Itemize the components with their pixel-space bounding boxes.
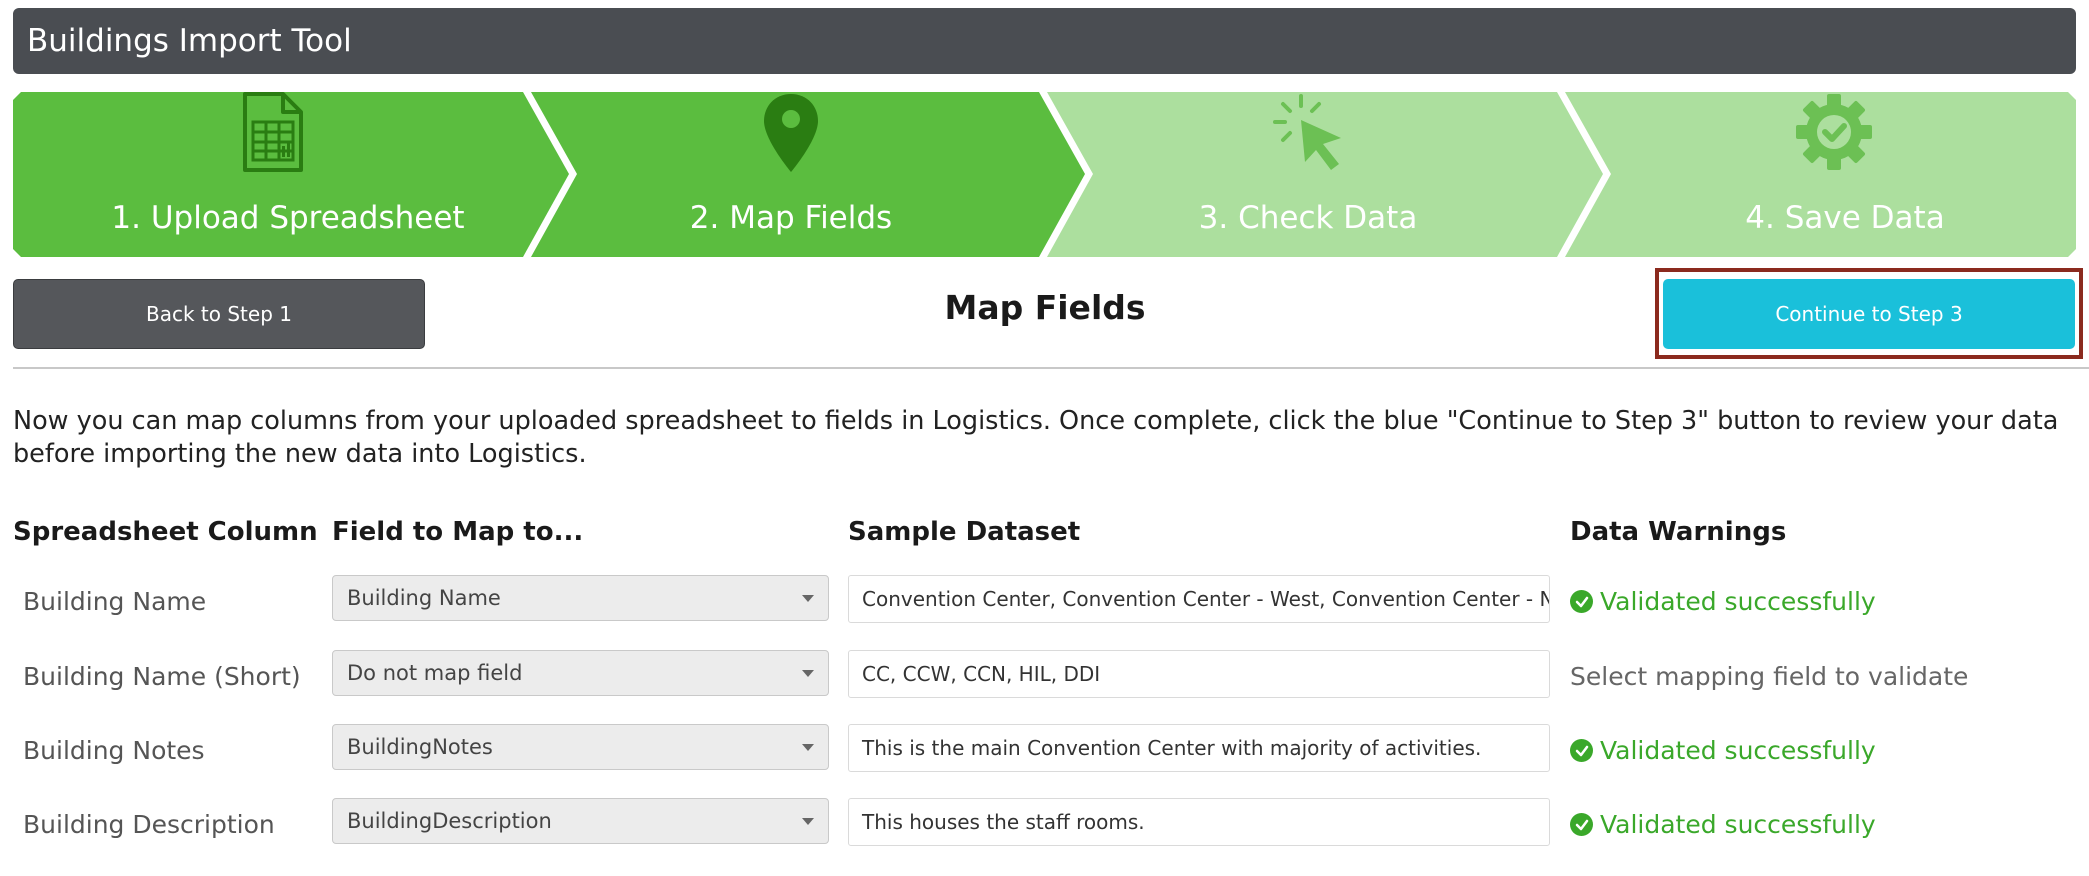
back-to-step-1-button[interactable]: Back to Step 1 [13,279,425,349]
row-4-field-value: BuildingDescription [347,809,552,833]
row-3-field-value: BuildingNotes [347,735,493,759]
row-4-warning-text: Validated successfully [1600,810,1876,839]
step-1-label: 1. Upload Spreadsheet [111,200,465,236]
divider [13,367,2089,369]
row-4-sample-field[interactable]: This houses the staff rooms. [848,798,1550,846]
row-3-field-select[interactable]: BuildingNotes [332,724,829,770]
row-3-warning-text: Validated successfully [1600,736,1876,765]
row-4-column-name: Building Description [23,810,275,839]
row-2-field-value: Do not map field [347,661,523,685]
row-3-column-name: Building Notes [23,736,205,765]
step-3-label: 3. Check Data [1198,200,1418,236]
header-data-warnings: Data Warnings [1570,517,1787,547]
header-field-to-map: Field to Map to... [332,517,584,547]
chevron-down-icon [802,744,814,751]
gear-check-icon [1796,94,1872,170]
row-1-sample-field[interactable]: Convention Center, Convention Center - W… [848,575,1550,623]
continue-to-step-3-button[interactable]: Continue to Step 3 [1663,279,2075,349]
row-2-warning-text: Select mapping field to validate [1570,662,1969,691]
app-title: Buildings Import Tool [27,23,352,59]
row-2-warning: Select mapping field to validate [1570,662,1968,691]
row-3-warning: Validated successfully [1570,736,1876,765]
row-2-sample-field[interactable]: CC, CCW, CCN, HIL, DDI [848,650,1550,698]
header-spreadsheet-column: Spreadsheet Column [13,517,318,547]
cursor-click-icon [1273,94,1341,170]
row-2-field-select[interactable]: Do not map field [332,650,829,696]
spreadsheet-icon [243,92,303,172]
row-4-warning: Validated successfully [1570,810,1876,839]
check-circle-icon [1570,739,1593,762]
row-1-field-value: Building Name [347,586,501,610]
intro-text: Now you can map columns from your upload… [13,406,2059,469]
check-circle-icon [1570,813,1593,836]
row-2-column-name: Building Name (Short) [23,662,301,691]
row-1-warning: Validated successfully [1570,587,1876,616]
map-pin-icon [764,94,818,172]
header-sample-dataset: Sample Dataset [848,517,1081,547]
check-circle-icon [1570,590,1593,613]
wizard-steps: 1. Upload Spreadsheet 2. Map Fields 3. C… [13,92,2076,257]
app-title-bar: Buildings Import Tool [13,8,2076,74]
row-1-column-name: Building Name [23,587,207,616]
row-1-field-select[interactable]: Building Name [332,575,829,621]
step-4-label: 4. Save Data [1745,200,1945,236]
chevron-down-icon [802,595,814,602]
chevron-down-icon [802,818,814,825]
row-3-sample-field[interactable]: This is the main Convention Center with … [848,724,1550,772]
row-4-field-select[interactable]: BuildingDescription [332,798,829,844]
chevron-down-icon [802,670,814,677]
page-title: Map Fields [944,288,1146,327]
row-1-warning-text: Validated successfully [1600,587,1876,616]
step-2-label: 2. Map Fields [689,200,893,236]
